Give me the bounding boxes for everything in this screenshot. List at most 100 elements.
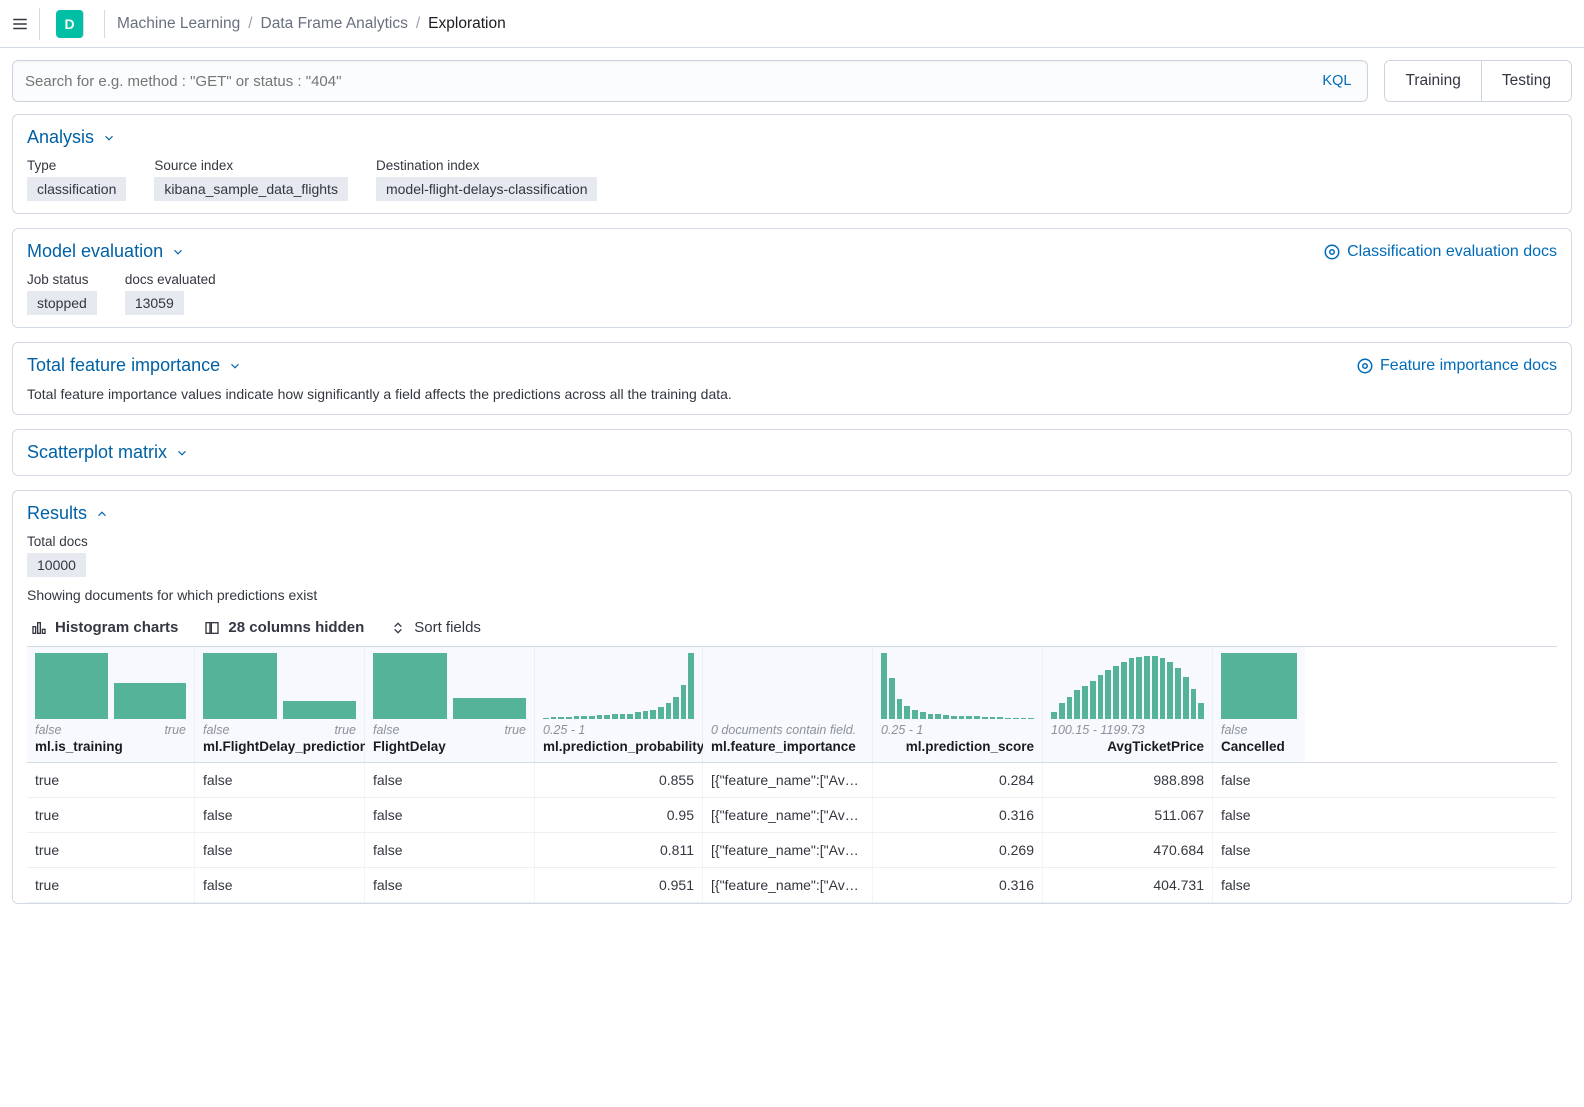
analysis-toggle[interactable]: Analysis bbox=[27, 127, 116, 148]
scatterplot-title: Scatterplot matrix bbox=[27, 442, 167, 463]
cell: 0.855 bbox=[535, 763, 703, 797]
page-body: KQL Training Testing Analysis Type class… bbox=[0, 48, 1584, 930]
logo-wrap: D bbox=[48, 10, 105, 38]
table-row[interactable]: truefalsefalse0.951[{"feature_name":["Av… bbox=[27, 868, 1557, 903]
chevron-down-icon bbox=[175, 446, 189, 460]
menu-button[interactable] bbox=[8, 8, 40, 40]
sort-fields-button[interactable]: Sort fields bbox=[390, 619, 481, 636]
analysis-stats: Type classification Source index kibana_… bbox=[27, 158, 1557, 201]
cell: true bbox=[27, 833, 195, 867]
histogram-chart bbox=[203, 653, 356, 719]
breadcrumb-dfa[interactable]: Data Frame Analytics bbox=[261, 15, 408, 33]
classification-docs-link[interactable]: Classification evaluation docs bbox=[1323, 243, 1557, 261]
cell: false bbox=[365, 798, 535, 832]
search-row: KQL Training Testing bbox=[12, 60, 1572, 102]
jobstatus-label: Job status bbox=[27, 272, 97, 287]
stat-type: Type classification bbox=[27, 158, 126, 201]
cell: 404.731 bbox=[1043, 868, 1213, 902]
cell: false bbox=[195, 798, 365, 832]
totaldocs-label: Total docs bbox=[27, 534, 88, 549]
data-rows: truefalsefalse0.855[{"feature_name":["Av… bbox=[27, 763, 1557, 903]
table-row[interactable]: truefalsefalse0.95[{"feature_name":["Avg… bbox=[27, 798, 1557, 833]
cell: true bbox=[27, 763, 195, 797]
cell: false bbox=[195, 833, 365, 867]
docseval-value: 13059 bbox=[125, 291, 184, 315]
chevron-up-icon bbox=[95, 507, 109, 521]
column-header[interactable]: falsetrueml.FlightDelay_prediction bbox=[195, 647, 365, 762]
histogram-chart bbox=[1221, 653, 1297, 719]
feature-importance-toggle[interactable]: Total feature importance bbox=[27, 355, 242, 376]
histogram-chart bbox=[543, 653, 694, 719]
breadcrumb-ml[interactable]: Machine Learning bbox=[117, 15, 240, 33]
model-eval-title: Model evaluation bbox=[27, 241, 163, 262]
source-value: kibana_sample_data_flights bbox=[154, 177, 348, 201]
model-eval-stats: Job status stopped docs evaluated 13059 bbox=[27, 272, 1557, 315]
stat-dest: Destination index model-flight-delays-cl… bbox=[376, 158, 598, 201]
table-row[interactable]: truefalsefalse0.811[{"feature_name":["Av… bbox=[27, 833, 1557, 868]
cell: 0.269 bbox=[873, 833, 1043, 867]
breadcrumb-sep: / bbox=[248, 15, 252, 33]
type-label: Type bbox=[27, 158, 126, 173]
feature-importance-title: Total feature importance bbox=[27, 355, 220, 376]
testing-button[interactable]: Testing bbox=[1481, 61, 1571, 101]
histogram-charts-button[interactable]: Histogram charts bbox=[31, 619, 178, 636]
column-header[interactable]: 0.25 - 1ml.prediction_probability bbox=[535, 647, 703, 762]
cell: false bbox=[365, 833, 535, 867]
column-range: 0.25 - 1 bbox=[543, 723, 694, 737]
table-row[interactable]: truefalsefalse0.855[{"feature_name":["Av… bbox=[27, 763, 1557, 798]
columns-hidden-button[interactable]: 28 columns hidden bbox=[204, 619, 364, 636]
results-panel: Results Total docs 10000 Showing documen… bbox=[12, 490, 1572, 904]
column-header[interactable]: 0 documents contain field.ml.feature_imp… bbox=[703, 647, 873, 762]
type-value: classification bbox=[27, 177, 126, 201]
cell: true bbox=[27, 868, 195, 902]
results-grid: falsetrueml.is_trainingfalsetrueml.Fligh… bbox=[27, 646, 1557, 903]
cell: 0.95 bbox=[535, 798, 703, 832]
feature-importance-docs-link[interactable]: Feature importance docs bbox=[1356, 357, 1557, 375]
app-header: D Machine Learning / Data Frame Analytic… bbox=[0, 0, 1584, 48]
histogram-chart bbox=[881, 653, 1034, 719]
histogram-chart bbox=[373, 653, 526, 719]
training-button[interactable]: Training bbox=[1385, 61, 1480, 101]
column-range: 0.25 - 1 bbox=[881, 723, 1034, 737]
docs-link-text: Feature importance docs bbox=[1380, 357, 1557, 375]
search-input[interactable] bbox=[25, 73, 1318, 90]
source-label: Source index bbox=[154, 158, 348, 173]
breadcrumb-current: Exploration bbox=[428, 15, 506, 33]
cell: false bbox=[195, 763, 365, 797]
column-header[interactable]: 0.25 - 1ml.prediction_score bbox=[873, 647, 1043, 762]
column-header[interactable]: falsetrueFlightDelay bbox=[365, 647, 535, 762]
cell: false bbox=[1213, 833, 1305, 867]
search-bar[interactable]: KQL bbox=[12, 60, 1368, 102]
scatterplot-toggle[interactable]: Scatterplot matrix bbox=[27, 442, 189, 463]
app-logo[interactable]: D bbox=[56, 10, 84, 38]
column-headers: falsetrueml.is_trainingfalsetrueml.Fligh… bbox=[27, 647, 1557, 763]
jobstatus-value: stopped bbox=[27, 291, 97, 315]
cell: false bbox=[365, 763, 535, 797]
column-header[interactable]: 100.15 - 1199.73AvgTicketPrice bbox=[1043, 647, 1213, 762]
column-header[interactable]: falsetrueml.is_training bbox=[27, 647, 195, 762]
breadcrumbs: Machine Learning / Data Frame Analytics … bbox=[117, 15, 506, 33]
cell: false bbox=[195, 868, 365, 902]
cell: false bbox=[1213, 868, 1305, 902]
grid-toolbar: Histogram charts 28 columns hidden Sort … bbox=[27, 611, 1557, 646]
hamburger-icon bbox=[11, 15, 29, 33]
sort-label: Sort fields bbox=[414, 619, 481, 636]
dest-label: Destination index bbox=[376, 158, 598, 173]
columns-hidden-label: 28 columns hidden bbox=[228, 619, 364, 636]
histogram-chart bbox=[1051, 653, 1204, 719]
cell: 470.684 bbox=[1043, 833, 1213, 867]
help-icon bbox=[1356, 357, 1374, 375]
bar-chart-icon bbox=[31, 620, 47, 636]
results-hint: Showing documents for which predictions … bbox=[27, 587, 1557, 603]
column-header[interactable]: falseCancelled bbox=[1213, 647, 1305, 762]
results-toggle[interactable]: Results bbox=[27, 503, 109, 524]
cell: [{"feature_name":["AvgTic... bbox=[703, 763, 873, 797]
kql-toggle[interactable]: KQL bbox=[1318, 73, 1355, 89]
help-icon bbox=[1323, 243, 1341, 261]
model-eval-toggle[interactable]: Model evaluation bbox=[27, 241, 185, 262]
breadcrumb-sep: / bbox=[416, 15, 420, 33]
chevron-down-icon bbox=[102, 131, 116, 145]
model-eval-panel: Model evaluation Classification evaluati… bbox=[12, 228, 1572, 328]
column-range: false bbox=[1221, 723, 1297, 737]
stat-jobstatus: Job status stopped bbox=[27, 272, 97, 315]
